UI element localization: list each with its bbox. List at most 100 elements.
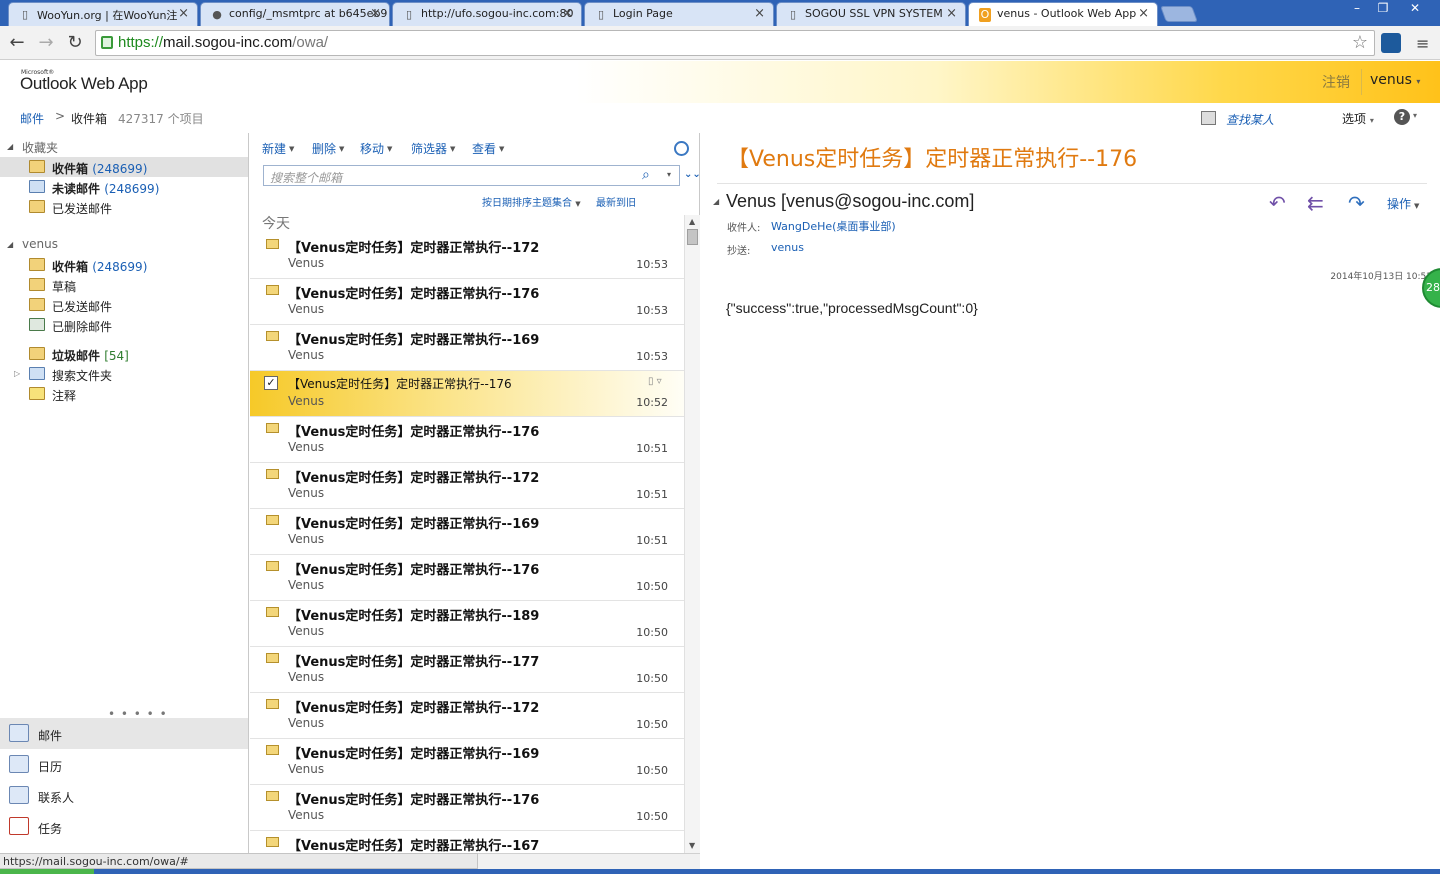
close-icon[interactable]: × [178, 6, 189, 21]
window-close-icon[interactable]: ✕ [1400, 0, 1430, 18]
envelope-icon [266, 699, 279, 709]
folder-inbox[interactable]: 收件箱 (248699) [0, 255, 248, 275]
list-item[interactable]: ✓ 【Venus定时任务】定时器正常执行--176 Venus 10:52 ▯ ▿ [250, 371, 684, 417]
browser-tab-wooyun[interactable]: ▯ WooYun.org | 在WooYun注 × [8, 2, 198, 26]
collapse-icon[interactable]: ◢ [7, 142, 13, 151]
close-icon[interactable]: × [1138, 6, 1149, 21]
scroll-thumb[interactable] [687, 229, 698, 245]
reply-all-icon[interactable]: ⇇ [1307, 191, 1324, 215]
folder-notes[interactable]: 注释 [0, 384, 248, 404]
browser-tab-ufo[interactable]: ▯ http://ufo.sogou-inc.com:80 × [392, 2, 582, 26]
help-icon[interactable]: ? [1394, 109, 1410, 125]
find-someone-input[interactable]: 查找某人 [1226, 111, 1274, 128]
chevron-down-icon: ▼ [1414, 202, 1420, 210]
sort-order-toggle[interactable]: 最新到旧 [596, 194, 636, 209]
search-placeholder: 搜索整个邮箱 [270, 171, 343, 185]
breadcrumb-mail-link[interactable]: 邮件 [20, 110, 44, 127]
refresh-icon[interactable] [674, 141, 689, 156]
module-contacts[interactable]: 联系人 [0, 780, 248, 811]
minimize-icon[interactable]: – [1344, 0, 1370, 18]
collapse-header-icon[interactable]: ◢ [713, 197, 719, 206]
mailbox-title[interactable]: venus [22, 237, 58, 251]
move-button[interactable]: 移动 ▼ [360, 140, 392, 157]
scroll-up-icon[interactable]: ▲ [689, 217, 695, 226]
folder-sent[interactable]: 已发送邮件 [0, 295, 248, 315]
collapse-icon[interactable]: ◢ [7, 240, 13, 249]
message-time: 10:50 [636, 810, 668, 823]
reload-icon[interactable]: ↻ [64, 32, 86, 54]
list-item[interactable]: 【Venus定时任务】定时器正常执行--177 Venus 10:50 [250, 647, 684, 693]
expand-icon[interactable]: ▷ [14, 369, 20, 378]
options-menu[interactable]: 选项 ▾ [1342, 110, 1374, 127]
cc-recipient[interactable]: venus [771, 241, 804, 254]
signout-link[interactable]: 注销 [1322, 72, 1350, 92]
close-icon[interactable]: × [754, 6, 765, 21]
list-item[interactable]: 【Venus定时任务】定时器正常执行--176 Venus 10:51 [250, 417, 684, 463]
module-calendar[interactable]: 日历 [0, 749, 248, 780]
list-item[interactable]: 【Venus定时任务】定时器正常执行--172 Venus 10:50 [250, 693, 684, 739]
search-options-icon[interactable]: ▾ [667, 170, 671, 179]
actions-menu[interactable]: 操作 ▼ [1387, 195, 1419, 212]
address-book-icon[interactable] [1201, 111, 1216, 125]
scroll-down-icon[interactable]: ▼ [689, 841, 695, 850]
checkbox-checked-icon[interactable]: ✓ [264, 376, 278, 390]
list-item[interactable]: 【Venus定时任务】定时器正常执行--167Venus10:50 [250, 831, 684, 853]
bookmark-star-icon[interactable]: ☆ [1352, 32, 1368, 53]
list-item[interactable]: 【Venus定时任务】定时器正常执行--169 Venus 10:51 [250, 509, 684, 555]
favorites-title[interactable]: 收藏夹 [22, 139, 58, 156]
list-item[interactable]: 【Venus定时任务】定时器正常执行--172 Venus 10:53 [250, 233, 684, 279]
list-item[interactable]: 【Venus定时任务】定时器正常执行--169 Venus 10:53 [250, 325, 684, 371]
folder-search-folders[interactable]: ▷ 搜索文件夹 [0, 364, 248, 384]
sort-arrangement-menu[interactable]: 按日期排序主题集合 ▼ [482, 194, 581, 209]
folder-deleted[interactable]: 已删除邮件 [0, 315, 248, 335]
chevron-down-icon[interactable]: ▾ [1413, 111, 1417, 120]
folder-drafts[interactable]: 草稿 [0, 275, 248, 295]
favorites-sent[interactable]: 已发送邮件 [0, 197, 248, 217]
user-menu[interactable]: venus ▾ [1370, 72, 1420, 88]
module-mail[interactable]: 邮件 [0, 718, 248, 749]
list-item[interactable]: 【Venus定时任务】定时器正常执行--172 Venus 10:51 [250, 463, 684, 509]
module-label: 日历 [38, 760, 63, 774]
list-item[interactable]: 【Venus定时任务】定时器正常执行--176 Venus 10:50 [250, 555, 684, 601]
list-item[interactable]: 【Venus定时任务】定时器正常执行--176 Venus 10:50 [250, 785, 684, 831]
new-tab-button[interactable] [1160, 6, 1198, 22]
search-input[interactable]: 搜索整个邮箱 ⌕ ▾ [263, 165, 680, 186]
close-icon[interactable]: × [946, 6, 957, 21]
message-sender[interactable]: Venus [venus@sogou-inc.com] [726, 191, 974, 212]
favorites-inbox[interactable]: 收件箱 (248699) [0, 157, 248, 177]
message-subject: 【Venus定时任务】定时器正常执行--176 [288, 563, 540, 578]
cc-label: 抄送: [727, 246, 751, 257]
forward-icon[interactable]: ↷ [1348, 191, 1365, 215]
flag-icon[interactable]: ▯ ▿ [648, 376, 662, 387]
reply-icon[interactable]: ↶ [1269, 191, 1286, 215]
delete-button[interactable]: 删除 ▼ [312, 140, 344, 157]
browser-tab-outlook[interactable]: O venus - Outlook Web App × [968, 2, 1158, 27]
module-tasks[interactable]: 任务 [0, 811, 248, 842]
folder-junk[interactable]: 垃圾邮件 [54] [0, 344, 248, 364]
browser-tab-login[interactable]: ▯ Login Page × [584, 2, 774, 26]
filter-button[interactable]: 筛选器 ▼ [411, 140, 455, 157]
to-recipient[interactable]: WangDeHe(桌面事业部) [771, 218, 896, 234]
module-label: 联系人 [38, 791, 75, 805]
close-icon[interactable]: × [562, 6, 573, 21]
horizontal-scrollbar[interactable] [478, 853, 700, 869]
back-icon[interactable]: ← [6, 32, 28, 54]
search-icon[interactable]: ⌕ [642, 167, 650, 183]
list-item[interactable]: 【Venus定时任务】定时器正常执行--189 Venus 10:50 [250, 601, 684, 647]
browser-tab-github[interactable]: ● config/_msmtprc at b645eb9 × [200, 2, 390, 26]
button-label: 新建 [262, 142, 287, 156]
maximize-icon[interactable]: ❐ [1370, 0, 1396, 18]
expand-search-icon[interactable]: ⌄⌄ [684, 169, 701, 180]
list-item[interactable]: 【Venus定时任务】定时器正常执行--176 Venus 10:53 [250, 279, 684, 325]
extension-icon[interactable] [1381, 33, 1401, 53]
close-icon[interactable]: × [370, 6, 381, 21]
favorites-unread[interactable]: 未读邮件 (248699) [0, 177, 248, 197]
forward-icon[interactable]: → [35, 32, 57, 54]
message-list-scrollbar[interactable]: ▲ ▼ [684, 215, 700, 853]
browser-tab-vpn[interactable]: ▯ SOGOU SSL VPN SYSTEM × [776, 2, 966, 26]
new-button[interactable]: 新建 ▼ [262, 140, 294, 157]
address-bar[interactable]: https://mail.sogou-inc.com/owa/ ☆ [95, 30, 1375, 56]
browser-menu-icon[interactable]: ≡ [1416, 34, 1429, 53]
view-button[interactable]: 查看 ▼ [472, 140, 504, 157]
list-item[interactable]: 【Venus定时任务】定时器正常执行--169 Venus 10:50 [250, 739, 684, 785]
